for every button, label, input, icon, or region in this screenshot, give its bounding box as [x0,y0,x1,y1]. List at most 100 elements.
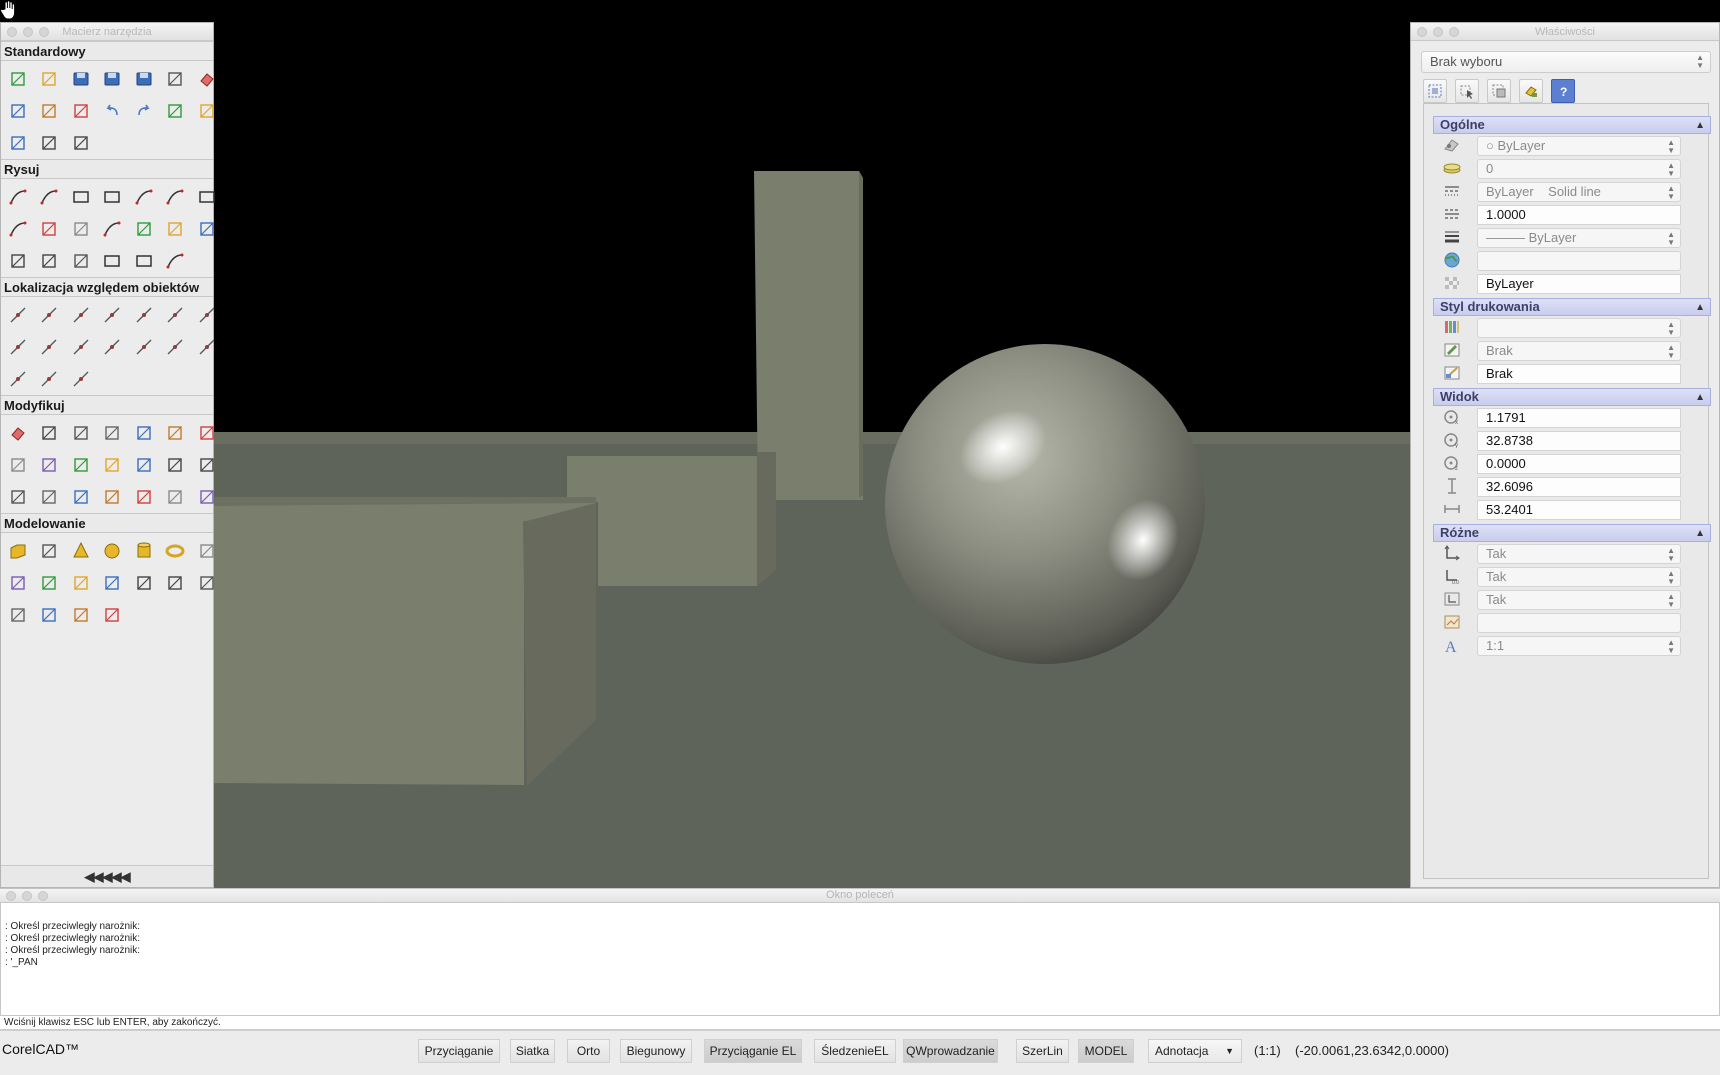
height-field[interactable]: 32.6096 [1477,477,1681,497]
print-tool-button[interactable] [97,63,128,95]
offset-tool-button[interactable] [97,417,128,449]
array-tool-button[interactable] [128,417,159,449]
snap-from-tool-button[interactable] [34,363,65,395]
minimize-window-button[interactable] [1433,27,1443,37]
curve-tool-button[interactable] [97,213,128,245]
transparency-field[interactable]: ByLayer [1477,274,1681,294]
annotation-dropdown[interactable]: Adnotacja ▼ [1148,1039,1242,1063]
center-z-field[interactable]: 0.0000 [1477,454,1681,474]
snap-nearest-tool-button[interactable] [65,331,96,363]
snap-parallel-tool-button[interactable] [160,331,191,363]
redo-tool-button[interactable] [128,95,159,127]
intersect-tool-button[interactable] [2,599,33,631]
zoom-realtime-tool-button[interactable] [2,127,33,159]
sphere-tool-button[interactable] [97,535,128,567]
toolbox-section-title[interactable]: Lokalizacja względem obiektów [1,277,213,297]
toolbox-section-title[interactable]: Rysuj [1,159,213,179]
polyline-tool-button[interactable] [160,181,191,213]
snap-endpoint-tool-button[interactable] [2,299,33,331]
match-properties-button[interactable] [1519,79,1543,103]
hyperlink-field[interactable] [1477,251,1681,271]
hatch-tool-button[interactable] [65,213,96,245]
layer-manager-tool-button[interactable] [34,127,65,159]
copy-entity-tool-button[interactable] [34,417,65,449]
ellipse-tool-button[interactable] [128,245,159,277]
snap-node-tool-button[interactable] [128,331,159,363]
command-prompt[interactable]: Wciśnij klawisz ESC lub ENTER, aby zakoń… [0,1016,1720,1030]
undo-tool-button[interactable] [97,95,128,127]
help-button[interactable]: ? [1551,79,1575,103]
snap-tangent-tool-button[interactable] [191,299,215,331]
toolbox-section-title[interactable]: Standardowy [1,41,213,61]
open-file-tool-button[interactable] [34,63,65,95]
snap-settings-tool-button[interactable] [2,363,33,395]
toggle-pickadd-button[interactable] [1487,79,1511,103]
section-tool-button[interactable] [34,599,65,631]
close-window-button[interactable] [7,27,17,37]
revolve-tool-button[interactable] [34,567,65,599]
section-header-print-style[interactable]: Styl drukowania ▲ [1433,298,1711,316]
scale-tool-button[interactable] [160,417,191,449]
polygon-tool-button[interactable] [65,181,96,213]
edit-polyline-tool-button[interactable] [160,481,191,513]
status-toggle-model[interactable]: MODEL [1078,1039,1134,1063]
wedge-tool-button[interactable] [34,535,65,567]
center-x-field[interactable]: 1.1791 [1477,408,1681,428]
table-tool-button[interactable] [191,213,215,245]
rectangular-array-tool-button[interactable] [191,417,215,449]
extend-tool-button[interactable] [128,449,159,481]
mirror-tool-button[interactable] [65,417,96,449]
annotation-scale-readout[interactable]: (1:1) [1254,1043,1281,1058]
command-history[interactable]: : Określ przeciwległy narożnik: : Określ… [0,902,1720,1016]
snap-tracking-tool-button[interactable] [65,363,96,395]
ucs-origin-dropdown[interactable]: Tak ▲ ▼ [1477,567,1681,587]
status-toggle-qwprowadzanie[interactable]: QWprowadzanie [903,1039,998,1063]
snap-extension-tool-button[interactable] [128,299,159,331]
explode-tool-button[interactable] [65,481,96,513]
selection-dropdown[interactable]: Brak wyboru ▲ ▼ [1421,51,1711,73]
ucs-on-dropdown[interactable]: Tak ▲ ▼ [1477,544,1681,564]
toolbox-section-title[interactable]: Modyfikuj [1,395,213,415]
layer-dropdown[interactable]: 0 ▲ ▼ [1477,159,1681,179]
pan-tool-button[interactable] [160,95,191,127]
ucs-viewport-dropdown[interactable]: Tak ▲ ▼ [1477,590,1681,610]
properties-titlebar[interactable]: Właściwości [1411,23,1719,41]
status-toggle-przyciąganie-el[interactable]: Przyciąganie EL [704,1039,802,1063]
box-tool-button[interactable] [2,535,33,567]
interference-tool-button[interactable] [65,599,96,631]
status-toggle-orto[interactable]: Orto [567,1039,610,1063]
slice-tool-button[interactable] [128,567,159,599]
snap-intersection-tool-button[interactable] [65,299,96,331]
region-tool-button[interactable] [97,245,128,277]
print-style-dropdown[interactable]: ▲ ▼ [1477,318,1681,338]
match-properties-tool-button[interactable] [65,95,96,127]
loft-tool-button[interactable] [97,567,128,599]
calculator-tool-button[interactable] [65,127,96,159]
zoom-window-button[interactable] [39,27,49,37]
arc-tool-button[interactable] [128,181,159,213]
snap-apparent-tool-button[interactable] [97,299,128,331]
torus-tool-button[interactable] [160,535,191,567]
lengthen-tool-button[interactable] [97,481,128,513]
revision-cloud-tool-button[interactable] [34,213,65,245]
single-line-text-tool-button[interactable] [34,245,65,277]
section-header-view[interactable]: Widok ▲ [1433,388,1711,406]
snap-none-tool-button[interactable] [191,331,215,363]
freehand-tool-button[interactable] [160,245,191,277]
break-tool-button[interactable] [2,481,33,513]
lineweight-dropdown[interactable]: ——— ByLayer ▲ ▼ [1477,228,1681,248]
extrude-tool-button[interactable] [2,567,33,599]
annotation-scale-dropdown[interactable]: 1:1 ▲ ▼ [1477,636,1681,656]
insert-block-tool-button[interactable] [160,213,191,245]
infinite-line-tool-button[interactable] [34,181,65,213]
linetype-scale-field[interactable]: 1.0000 [1477,205,1681,225]
pyramid-tool-button[interactable] [191,535,215,567]
union-tool-button[interactable] [160,567,191,599]
quick-select-button[interactable] [1455,79,1479,103]
save-tool-button[interactable] [65,63,96,95]
collapse-toolbox-button[interactable]: ◀◀◀◀◀ [1,865,213,887]
paste-tool-button[interactable] [34,95,65,127]
preview-tool-button[interactable] [160,63,191,95]
snap-center-tool-button[interactable] [2,331,33,363]
status-toggle-szerlin[interactable]: SzerLin [1016,1039,1069,1063]
